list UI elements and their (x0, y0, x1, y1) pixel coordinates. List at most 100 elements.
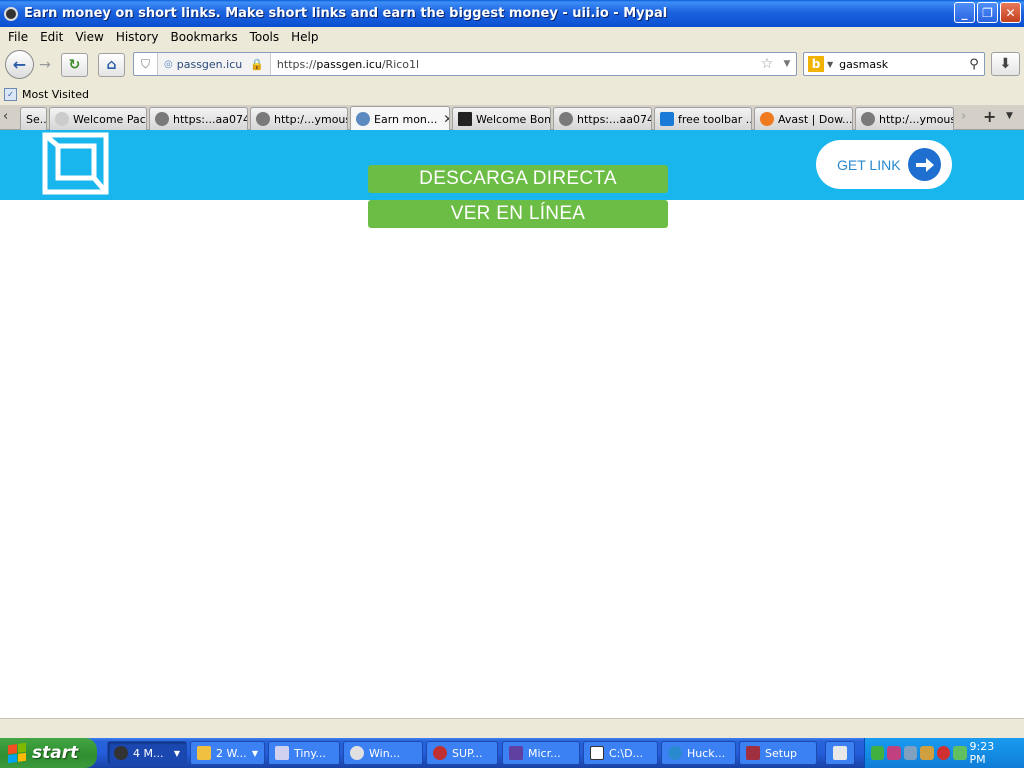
site-favicon-icon (356, 112, 370, 126)
arrow-right-icon (908, 148, 941, 181)
url-dropdown-icon[interactable]: ▼ (778, 59, 796, 69)
taskbar-item[interactable]: Setup (739, 741, 817, 765)
bookmark-most-visited[interactable]: Most Visited (22, 88, 89, 101)
tab-label: Avast | Dow... (778, 112, 853, 126)
tab-close-icon[interactable]: ✕ (437, 112, 449, 126)
reload-button[interactable]: ↻ (61, 53, 88, 77)
site-identity[interactable]: ◎ passgen.icu 🔒 (158, 53, 271, 75)
forward-button[interactable]: → (34, 55, 56, 75)
taskbar-item-label: Setup (765, 746, 798, 760)
taskbar-item[interactable]: 2 W... ▼ (190, 741, 265, 765)
taskbar-item[interactable]: 4 M... ▼ (107, 741, 187, 765)
taskbar-item[interactable]: C:\D... (583, 741, 658, 765)
tray-network-icon[interactable] (903, 746, 918, 760)
tab-item[interactable]: https:...aa074f (553, 107, 652, 130)
start-button[interactable]: start (0, 738, 97, 768)
url-input[interactable]: https://passgen.icu/Rico1l (271, 58, 756, 71)
tray-app-icon[interactable] (871, 746, 885, 760)
bing-icon (660, 112, 674, 126)
setup-icon (746, 746, 760, 760)
menu-history[interactable]: History (110, 30, 165, 44)
tab-item[interactable]: http:/...ymous/ (250, 107, 348, 130)
home-button[interactable]: ⌂ (98, 53, 125, 77)
globe-icon (155, 112, 169, 126)
media-player-icon (350, 746, 364, 760)
mypal-app-icon (114, 746, 128, 760)
taskbar-item[interactable]: Win... (343, 741, 423, 765)
taskbar-item[interactable]: Tiny... (268, 741, 340, 765)
tab-item[interactable]: Avast | Dow... (754, 107, 853, 130)
get-link-button[interactable]: GET LINK (816, 140, 952, 189)
bookmark-star-icon[interactable]: ☆ (756, 56, 778, 72)
url-path: /Rico1l (381, 57, 420, 71)
menu-bar: File Edit View History Bookmarks Tools H… (0, 27, 1024, 47)
tab-item[interactable]: http:/...ymous/ (855, 107, 954, 130)
tab-label: Welcome Pac... (73, 112, 146, 126)
get-link-label: GET LINK (837, 156, 901, 173)
tray-app-icon[interactable] (920, 746, 934, 760)
lock-icon: 🔒 (250, 57, 264, 71)
menu-edit[interactable]: Edit (34, 30, 69, 44)
site-logo-icon[interactable] (42, 132, 109, 195)
url-bar[interactable]: ⛉ ◎ passgen.icu 🔒 https://passgen.icu/Ri… (133, 52, 797, 76)
menu-tools[interactable]: Tools (244, 30, 286, 44)
tab-favicon-icon (458, 112, 472, 126)
search-engine-dropdown-icon[interactable]: ▼ (827, 60, 833, 69)
close-button[interactable]: ✕ (1000, 2, 1021, 23)
url-host: passgen.icu (316, 57, 382, 71)
tray-app-icon[interactable] (953, 746, 967, 760)
bing-icon[interactable]: b (808, 56, 824, 72)
site-favicon-icon: ◎ (164, 58, 173, 70)
tab-scroll-right-icon[interactable]: › (961, 109, 966, 124)
tab-item-active[interactable]: Earn mon... ✕ (350, 106, 450, 131)
download-direct-button[interactable]: DESCARGA DIRECTA (368, 165, 668, 193)
back-button[interactable]: ← (5, 50, 34, 79)
tab-item[interactable]: https:...aa074f (149, 107, 248, 130)
taskbar-item[interactable]: SUP... (426, 741, 498, 765)
watch-online-button[interactable]: VER EN LÍNEA (368, 200, 668, 228)
system-tray: 9:23 PM (864, 738, 1024, 768)
download-arrow-icon: ⬇ (999, 56, 1012, 72)
identity-host: passgen.icu (176, 57, 243, 71)
window-title: Earn money on short links. Make short li… (24, 6, 668, 21)
tab-list-dropdown-icon[interactable]: ▼ (1006, 111, 1013, 121)
new-tab-icon[interactable]: + (983, 107, 996, 126)
shield-icon[interactable]: ⛉ (134, 53, 158, 75)
taskbar-item-label: Tiny... (294, 746, 326, 760)
tab-strip: ‹ Se... Welcome Pac... https:...aa074f h… (0, 105, 1024, 131)
downloads-button[interactable]: ⬇ (991, 52, 1020, 76)
taskbar-item-label: SUP... (452, 746, 483, 760)
minimize-button[interactable]: _ (954, 2, 975, 23)
menu-help[interactable]: Help (285, 30, 324, 44)
start-label: start (32, 743, 79, 763)
menu-bookmarks[interactable]: Bookmarks (165, 30, 244, 44)
taskbar-item[interactable]: Huck... (661, 741, 736, 765)
tab-item[interactable]: Welcome Bon... (452, 107, 551, 130)
download-direct-label: DESCARGA DIRECTA (419, 168, 617, 189)
window-controls: _ ❐ ✕ (954, 2, 1021, 23)
search-input[interactable]: gasmask (839, 58, 964, 71)
most-visited-icon: ✓ (4, 87, 17, 101)
tray-shield-icon[interactable] (936, 746, 951, 760)
tab-item[interactable]: Se... (20, 107, 47, 130)
tab-scroll-left-icon[interactable]: ‹ (3, 109, 8, 124)
menu-view[interactable]: View (69, 30, 109, 44)
search-bar[interactable]: b ▼ gasmask ⚲ (803, 52, 985, 76)
taskbar-keyboard-button[interactable] (825, 741, 855, 765)
tray-app-icon[interactable] (887, 746, 901, 760)
tab-item[interactable]: Welcome Pac... (49, 107, 147, 130)
tab-item[interactable]: free toolbar ... (654, 107, 752, 130)
taskbar-item-label: Micr... (528, 746, 561, 760)
taskbar-item-label: 2 W... (216, 746, 247, 760)
tab-label: https:...aa074f (577, 112, 652, 126)
taskbar-item-label: C:\D... (609, 746, 644, 760)
taskbar-item[interactable]: Micr... (502, 741, 580, 765)
clock: 9:23 PM (969, 740, 995, 766)
window-title-bar: Earn money on short links. Make short li… (0, 0, 1024, 27)
search-icon[interactable]: ⚲ (964, 57, 984, 72)
restore-button[interactable]: ❐ (977, 2, 998, 23)
taskbar: start 4 M... ▼ 2 W... ▼ Tiny... Win... S… (0, 738, 1024, 768)
tab-label: http:/...ymous/ (879, 112, 954, 126)
menu-file[interactable]: File (2, 30, 34, 44)
taskbar-item-label: Win... (369, 746, 401, 760)
